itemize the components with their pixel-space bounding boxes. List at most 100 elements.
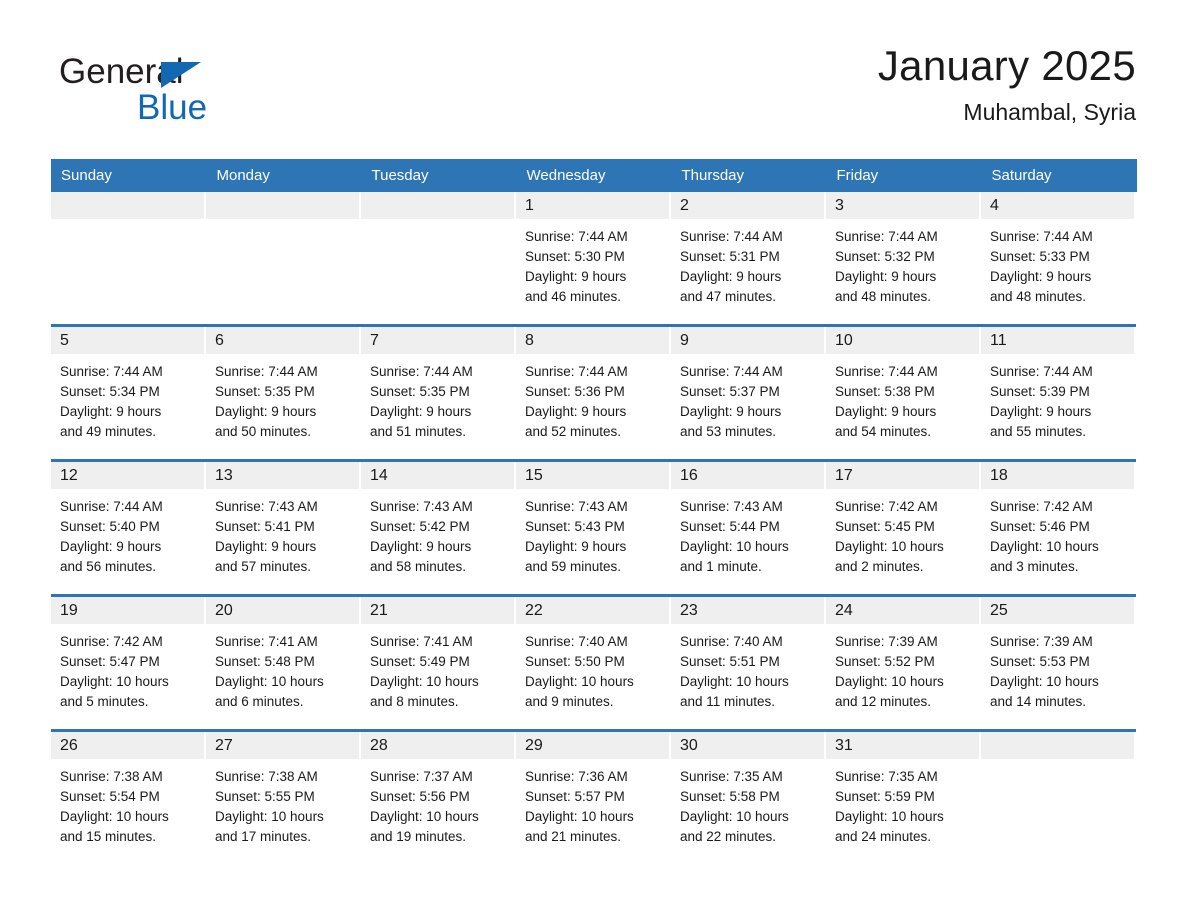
day-cell[interactable]: 24 Sunrise: 7:39 AM Sunset: 5:52 PM Dayligh… [826,594,981,731]
day-cell[interactable]: 5 Sunrise: 7:44 AM Sunset: 5:34 PM Daylight… [51,324,206,461]
weekday-header-thursday: Thursday [671,159,827,192]
daylight-text-line1: Daylight: 9 hours [215,404,317,419]
daylight-text-line1: Daylight: 9 hours [990,269,1092,284]
day-cell[interactable]: 26 Sunrise: 7:38 AM Sunset: 5:54 PM Dayligh… [51,729,206,864]
sunrise-text: Sunrise: 7:41 AM [215,634,318,649]
day-cell[interactable]: 18 Sunrise: 7:42 AM Sunset: 5:46 PM Dayligh… [981,459,1136,596]
day-cell[interactable]: 16 Sunrise: 7:43 AM Sunset: 5:44 PM Dayligh… [671,459,826,596]
day-cell[interactable]: 22 Sunrise: 7:40 AM Sunset: 5:50 PM Dayligh… [516,594,671,731]
daylight-text-line2: and 56 minutes. [60,559,157,574]
sunset-text: Sunset: 5:39 PM [990,384,1090,399]
day-number: 2 [671,192,826,219]
daylight-text-line2: and 1 minute. [680,559,762,574]
general-blue-logo[interactable]: General Blue [59,52,289,138]
week-row: 19 Sunrise: 7:42 AM Sunset: 5:47 PM Dayligh… [51,594,1136,731]
day-number [51,192,206,219]
daylight-text-line2: and 2 minutes. [835,559,924,574]
logo-text-blue: Blue [137,88,208,127]
sunset-text: Sunset: 5:37 PM [680,384,780,399]
day-number: 5 [51,327,206,354]
day-number: 3 [826,192,981,219]
day-cell[interactable]: 6 Sunrise: 7:44 AM Sunset: 5:35 PM Daylight… [206,324,361,461]
day-cell[interactable]: 11 Sunrise: 7:44 AM Sunset: 5:39 PM Dayligh… [981,324,1136,461]
day-cell[interactable]: 1 Sunrise: 7:44 AM Sunset: 5:30 PM Daylight… [516,192,671,326]
sunrise-text: Sunrise: 7:40 AM [680,634,783,649]
day-cell[interactable]: 21 Sunrise: 7:41 AM Sunset: 5:49 PM Dayligh… [361,594,516,731]
daylight-text-line1: Daylight: 10 hours [990,539,1099,554]
day-cell[interactable]: 29 Sunrise: 7:36 AM Sunset: 5:57 PM Dayligh… [516,729,671,864]
daylight-text-line2: and 22 minutes. [680,829,777,844]
daylight-text-line1: Daylight: 9 hours [525,269,627,284]
day-number: 29 [516,732,671,759]
daylight-text-line2: and 11 minutes. [680,694,776,709]
day-cell[interactable]: 31 Sunrise: 7:35 AM Sunset: 5:59 PM Dayligh… [826,729,981,864]
daylight-text-line1: Daylight: 10 hours [60,809,169,824]
day-cell[interactable]: 27 Sunrise: 7:38 AM Sunset: 5:55 PM Dayligh… [206,729,361,864]
sunset-text: Sunset: 5:54 PM [60,789,160,804]
sunrise-text: Sunrise: 7:42 AM [835,499,938,514]
day-cell[interactable]: 28 Sunrise: 7:37 AM Sunset: 5:56 PM Dayligh… [361,729,516,864]
weekday-header-wednesday: Wednesday [516,159,672,192]
sunset-text: Sunset: 5:41 PM [215,519,315,534]
sunrise-text: Sunrise: 7:39 AM [990,634,1093,649]
sunrise-text: Sunrise: 7:44 AM [60,364,163,379]
daylight-text-line2: and 46 minutes. [525,289,622,304]
daylight-text-line1: Daylight: 9 hours [370,404,472,419]
sunset-text: Sunset: 5:45 PM [835,519,935,534]
sunset-text: Sunset: 5:50 PM [525,654,625,669]
day-cell[interactable]: 4 Sunrise: 7:44 AM Sunset: 5:33 PM Daylight… [981,192,1136,326]
sunset-text: Sunset: 5:35 PM [215,384,315,399]
daylight-text-line2: and 47 minutes. [680,289,777,304]
sunset-text: Sunset: 5:51 PM [680,654,780,669]
sunset-text: Sunset: 5:48 PM [215,654,315,669]
sunset-text: Sunset: 5:36 PM [525,384,625,399]
week-row: 12 Sunrise: 7:44 AM Sunset: 5:40 PM Dayligh… [51,459,1136,596]
day-cell[interactable] [206,192,361,326]
day-cell[interactable]: 10 Sunrise: 7:44 AM Sunset: 5:38 PM Dayligh… [826,324,981,461]
day-cell[interactable]: 17 Sunrise: 7:42 AM Sunset: 5:45 PM Dayligh… [826,459,981,596]
sunset-text: Sunset: 5:47 PM [60,654,160,669]
sunset-text: Sunset: 5:40 PM [60,519,160,534]
daylight-text-line2: and 5 minutes. [60,694,149,709]
day-cell[interactable]: 23 Sunrise: 7:40 AM Sunset: 5:51 PM Dayligh… [671,594,826,731]
day-number: 24 [826,597,981,624]
daylight-text-line1: Daylight: 9 hours [835,404,937,419]
day-cell[interactable]: 25 Sunrise: 7:39 AM Sunset: 5:53 PM Dayligh… [981,594,1136,731]
day-cell[interactable]: 19 Sunrise: 7:42 AM Sunset: 5:47 PM Dayligh… [51,594,206,731]
day-cell[interactable]: 14 Sunrise: 7:43 AM Sunset: 5:42 PM Dayligh… [361,459,516,596]
day-number: 31 [826,732,981,759]
daylight-text-line1: Daylight: 9 hours [60,539,162,554]
sunrise-text: Sunrise: 7:43 AM [370,499,473,514]
day-cell[interactable]: 9 Sunrise: 7:44 AM Sunset: 5:37 PM Daylight… [671,324,826,461]
sunset-text: Sunset: 5:59 PM [835,789,935,804]
day-cell[interactable]: 13 Sunrise: 7:43 AM Sunset: 5:41 PM Dayligh… [206,459,361,596]
daylight-text-line1: Daylight: 10 hours [215,674,324,689]
daylight-text-line1: Daylight: 9 hours [525,539,627,554]
day-number: 9 [671,327,826,354]
sunrise-text: Sunrise: 7:44 AM [990,229,1093,244]
day-number [361,192,516,219]
day-cell[interactable]: 20 Sunrise: 7:41 AM Sunset: 5:48 PM Dayligh… [206,594,361,731]
day-cell[interactable]: 30 Sunrise: 7:35 AM Sunset: 5:58 PM Dayligh… [671,729,826,864]
sunset-text: Sunset: 5:34 PM [60,384,160,399]
sunrise-text: Sunrise: 7:35 AM [835,769,938,784]
day-cell[interactable]: 12 Sunrise: 7:44 AM Sunset: 5:40 PM Dayligh… [51,459,206,596]
daylight-text-line2: and 19 minutes. [370,829,467,844]
day-cell[interactable]: 7 Sunrise: 7:44 AM Sunset: 5:35 PM Daylight… [361,324,516,461]
sunrise-text: Sunrise: 7:38 AM [215,769,318,784]
day-cell[interactable] [981,729,1136,864]
day-number: 26 [51,732,206,759]
daylight-text-line1: Daylight: 10 hours [835,539,944,554]
sunset-text: Sunset: 5:49 PM [370,654,470,669]
sunrise-text: Sunrise: 7:41 AM [370,634,473,649]
weekday-header-row: Sunday Monday Tuesday Wednesday Thursday… [51,159,1137,192]
day-cell[interactable] [361,192,516,326]
sunset-text: Sunset: 5:53 PM [990,654,1090,669]
day-cell[interactable]: 3 Sunrise: 7:44 AM Sunset: 5:32 PM Daylight… [826,192,981,326]
day-number: 1 [516,192,671,219]
day-cell[interactable]: 8 Sunrise: 7:44 AM Sunset: 5:36 PM Daylight… [516,324,671,461]
daylight-text-line2: and 48 minutes. [835,289,932,304]
day-cell[interactable] [51,192,206,326]
day-cell[interactable]: 15 Sunrise: 7:43 AM Sunset: 5:43 PM Dayligh… [516,459,671,596]
day-cell[interactable]: 2 Sunrise: 7:44 AM Sunset: 5:31 PM Daylight… [671,192,826,326]
